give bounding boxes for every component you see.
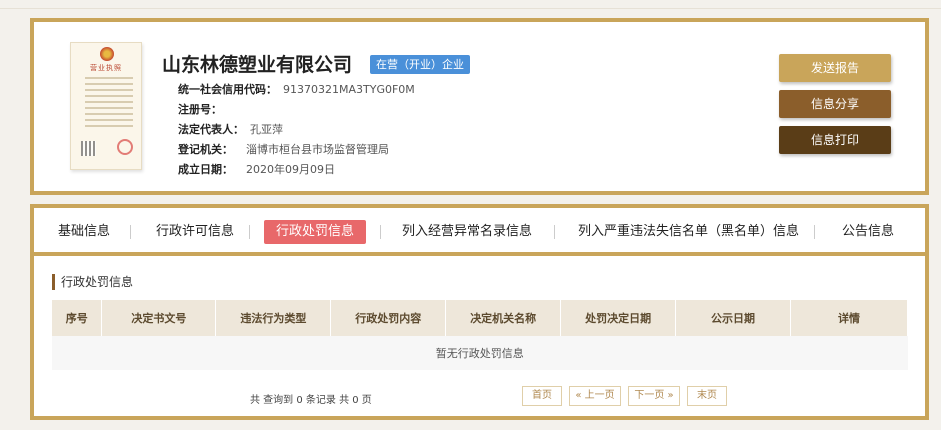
info-row-legal-rep: 法定代表人： 孔亚萍 [178, 120, 415, 140]
info-label: 法定代表人： [178, 123, 244, 136]
tab-admin-license[interactable]: 行政许可信息 [152, 220, 238, 244]
table-row: 暂无行政处罚信息 [52, 336, 908, 370]
prev-page-button[interactable]: « 上一页 [569, 386, 621, 406]
qr-code-icon [81, 141, 96, 156]
column-header: 处罚决定日期 [560, 300, 677, 336]
tab-separator [130, 225, 131, 239]
info-value: 淄博市桓台县市场监督管理局 [246, 143, 389, 156]
info-label: 统一社会信用代码： [178, 83, 277, 96]
column-header: 决定书文号 [101, 300, 217, 336]
column-header: 违法行为类型 [215, 300, 332, 336]
info-label: 注册号： [178, 103, 222, 116]
pager-total: 共 查询到 0 条记录 共 0 页 [250, 395, 372, 406]
tab-basic-info[interactable]: 基础信息 [54, 220, 114, 244]
table-header-row: 序号 决定书文号 违法行为类型 行政处罚内容 决定机关名称 处罚决定日期 公示日… [52, 300, 908, 336]
status-badge: 在营（开业）企业 [370, 55, 470, 74]
column-header: 行政处罚内容 [330, 300, 447, 336]
tab-announcement[interactable]: 公告信息 [838, 220, 898, 244]
next-page-button[interactable]: 下一页 » [628, 386, 680, 406]
tab-admin-penalty[interactable]: 行政处罚信息 [264, 220, 367, 244]
info-label: 登记机关： [178, 143, 233, 156]
top-divider [0, 8, 941, 9]
tab-abnormal-list[interactable]: 列入经营异常名录信息 [398, 220, 536, 244]
tab-separator [554, 225, 555, 239]
column-header: 决定机关名称 [445, 300, 562, 336]
tab-blacklist[interactable]: 列入严重违法失信名单（黑名单）信息 [574, 220, 803, 244]
license-title: 营业执照 [90, 64, 122, 72]
tab-separator [380, 225, 381, 239]
first-page-button[interactable]: 首页 [522, 386, 562, 406]
info-row-credit-code: 统一社会信用代码： 91370321MA3TYG0F0M [178, 80, 415, 100]
info-panel: 基础信息 行政许可信息 行政处罚信息 列入经营异常名录信息 列入严重违法失信名单… [30, 204, 929, 420]
business-license-image[interactable]: 营业执照 [70, 42, 142, 170]
info-value: 91370321MA3TYG0F0M [283, 83, 415, 96]
section-title: 行政处罚信息 [52, 274, 133, 290]
tab-bar: 基础信息 行政许可信息 行政处罚信息 列入经营异常名录信息 列入严重违法失信名单… [34, 208, 925, 256]
company-card: 营业执照 山东林德塑业有限公司 在营（开业）企业 统一社会信用代码： 913703… [30, 18, 929, 195]
seal-icon [117, 139, 133, 155]
info-row-authority: 登记机关： 淄博市桓台县市场监督管理局 [178, 140, 415, 160]
tab-separator [249, 225, 250, 239]
last-page-button[interactable]: 末页 [687, 386, 727, 406]
company-name: 山东林德塑业有限公司 [162, 54, 353, 76]
column-header: 公示日期 [675, 300, 791, 336]
info-value: 2020年09月09日 [246, 163, 335, 176]
national-emblem-icon [100, 47, 114, 61]
info-row-reg-number: 注册号： [178, 100, 415, 120]
print-info-button[interactable]: 信息打印 [779, 126, 891, 154]
info-label: 成立日期： [178, 163, 233, 176]
column-header: 序号 [52, 300, 103, 336]
penalty-table: 序号 决定书文号 违法行为类型 行政处罚内容 决定机关名称 处罚决定日期 公示日… [52, 300, 908, 370]
company-info: 统一社会信用代码： 91370321MA3TYG0F0M 注册号： 法定代表人： 孔… [178, 80, 415, 180]
license-text-lines [85, 77, 133, 131]
empty-message: 暂无行政处罚信息 [52, 336, 908, 370]
send-report-button[interactable]: 发送报告 [779, 54, 891, 82]
info-row-founded: 成立日期： 2020年09月09日 [178, 160, 415, 180]
column-header: 详情 [790, 300, 908, 336]
tab-separator [814, 225, 815, 239]
info-value: 孔亚萍 [250, 123, 283, 136]
share-info-button[interactable]: 信息分享 [779, 90, 891, 118]
